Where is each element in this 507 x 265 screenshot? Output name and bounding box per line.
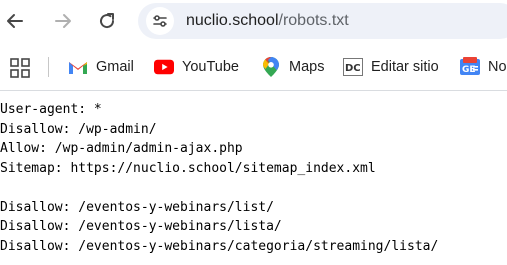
youtube-icon bbox=[154, 57, 174, 77]
back-button[interactable] bbox=[0, 6, 30, 36]
tune-icon bbox=[153, 15, 167, 27]
reload-icon bbox=[100, 13, 115, 29]
robots-line: Allow: /wp-admin/admin-ajax.php bbox=[0, 141, 243, 156]
robots-line: Disallow: /eventos-y-webinars/list/ bbox=[0, 199, 274, 215]
bookmark-label: No bbox=[488, 59, 507, 75]
robots-line: Sitemap: https://nuclio.school/sitemap_i… bbox=[0, 160, 376, 176]
bookmarks-separator bbox=[48, 57, 49, 77]
address-bar[interactable]: nuclio.school/robots.txt bbox=[138, 3, 507, 39]
bookmark-gmail[interactable]: Gmail bbox=[68, 56, 134, 78]
site-info-button[interactable] bbox=[146, 7, 174, 35]
bookmark-maps[interactable]: Maps bbox=[261, 56, 324, 78]
apps-button[interactable] bbox=[10, 58, 30, 78]
svg-text:DC: DC bbox=[345, 63, 361, 74]
bookmark-label: Gmail bbox=[96, 59, 134, 75]
google-news-icon: GE bbox=[460, 57, 480, 77]
robots-line: Disallow: /eventos-y-webinars/lista/ bbox=[0, 219, 282, 234]
bookmarks-bar: Gmail YouTube Maps DC Editar sitio GE No bbox=[0, 44, 507, 91]
robots-line: User-agent: * bbox=[0, 102, 102, 117]
bookmark-news[interactable]: GE No bbox=[460, 56, 507, 78]
gmail-icon bbox=[68, 57, 88, 77]
bookmark-youtube[interactable]: YouTube bbox=[154, 56, 239, 78]
url-domain: nuclio.school bbox=[186, 12, 279, 29]
apps-grid-icon bbox=[10, 58, 30, 78]
bookmark-label: YouTube bbox=[182, 59, 239, 75]
maps-icon bbox=[261, 57, 281, 77]
url-text[interactable]: nuclio.school/robots.txt bbox=[186, 12, 349, 30]
url-path: /robots.txt bbox=[278, 12, 349, 29]
editar-sitio-icon: DC bbox=[343, 57, 363, 77]
bookmark-label: Editar sitio bbox=[371, 59, 439, 75]
reload-button[interactable] bbox=[92, 6, 122, 36]
browser-toolbar: nuclio.school/robots.txt bbox=[0, 0, 507, 44]
bookmark-label: Maps bbox=[289, 59, 325, 75]
bookmark-editar-sitio[interactable]: DC Editar sitio bbox=[343, 56, 439, 78]
robots-line: Disallow: /eventos-y-webinars/categoria/… bbox=[0, 238, 439, 254]
forward-button[interactable] bbox=[48, 6, 78, 36]
arrow-right-icon bbox=[55, 14, 71, 28]
arrow-left-icon bbox=[7, 14, 23, 28]
robots-line: Disallow: /wp-admin/ bbox=[0, 121, 157, 137]
robots-txt-content: User-agent: * Disallow: /wp-admin/ Allow… bbox=[0, 100, 507, 265]
